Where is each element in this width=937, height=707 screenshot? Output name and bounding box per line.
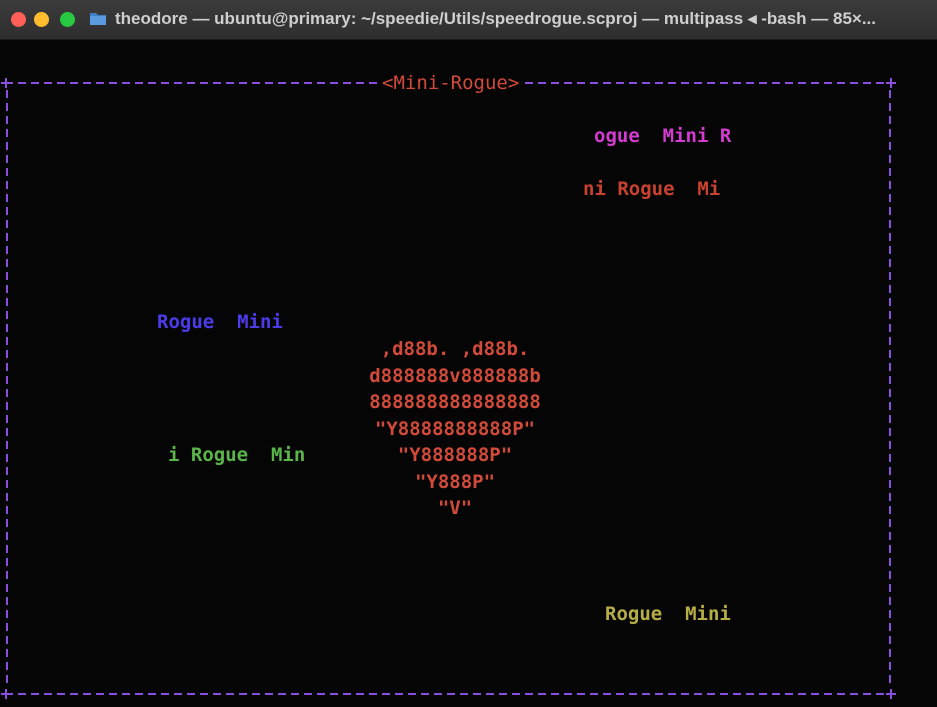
heart-line: "Y888888P" [397, 444, 513, 466]
floating-text-magenta: ogue Mini R [594, 125, 732, 147]
heart-line: "V" [437, 497, 473, 519]
heart-line: "Y888P" [414, 470, 496, 493]
heart-line: d888888v888888b [369, 364, 541, 387]
title-bar[interactable]: theodore — ubuntu@primary: ~/speedie/Uti… [0, 0, 937, 40]
floating-text-blue: Rogue Mini [157, 311, 283, 333]
window-title: theodore — ubuntu@primary: ~/speedie/Uti… [115, 9, 876, 28]
close-button[interactable] [11, 12, 26, 27]
heart-line: "Y8888888888P" [374, 417, 536, 440]
floating-text-red: ni Rogue Mi [583, 178, 721, 200]
floating-text-green: i Rogue Min [168, 444, 306, 466]
terminal-content[interactable]: <Mini-Rogue> ogue Mini R ni Rogue Mi Rog… [0, 40, 937, 707]
terminal-window: theodore — ubuntu@primary: ~/speedie/Uti… [0, 0, 937, 707]
floating-text-yellow: Rogue Mini [605, 603, 731, 625]
heart-ascii-art: ,d88b. ,d88b. d888888v888888b 8888888888… [350, 336, 560, 522]
zoom-button[interactable] [60, 12, 75, 27]
heart-line: 888888888888888 [369, 391, 541, 413]
minimize-button[interactable] [34, 12, 49, 27]
game-title: <Mini-Rogue> [381, 71, 521, 95]
folder-icon [89, 10, 107, 26]
heart-line: ,d88b. ,d88b. [380, 338, 530, 360]
